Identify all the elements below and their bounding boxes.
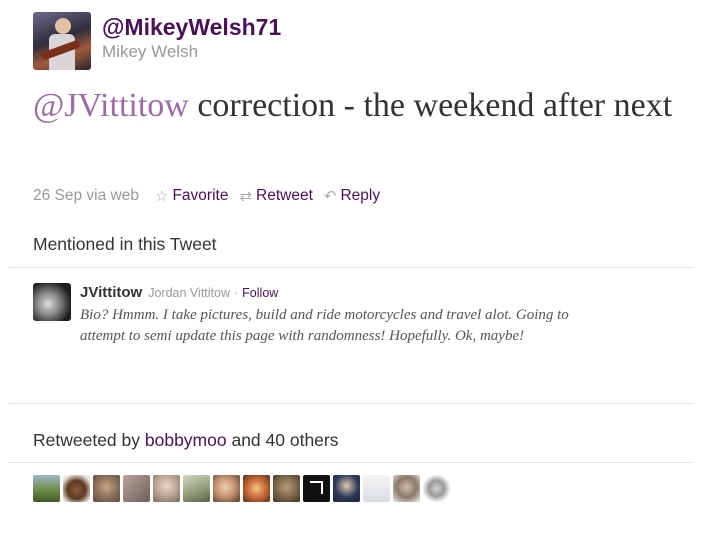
retweeter-avatar[interactable] (423, 475, 450, 502)
mentioned-user-bio: Bio? Hmmm. I take pictures, build and ri… (80, 307, 569, 344)
tweet-mention-link[interactable]: @JVittitow (33, 87, 189, 124)
reply-label: Reply (340, 187, 381, 204)
retweeter-link[interactable]: bobbymoo (145, 430, 227, 450)
star-icon: ☆ (155, 188, 169, 205)
retweeted-suffix: and 40 others (226, 430, 339, 450)
follow-link[interactable]: Follow (242, 286, 278, 300)
reply-button[interactable]: ↶ Reply (324, 187, 380, 205)
retweeter-avatar[interactable] (123, 475, 150, 502)
retweeter-avatar[interactable] (303, 475, 330, 502)
retweeter-avatar[interactable] (243, 475, 270, 502)
retweeter-avatar[interactable] (273, 475, 300, 502)
author-avatar[interactable] (33, 12, 91, 70)
mentioned-user-screen-name[interactable]: JVittitow (80, 284, 142, 301)
author-full-name: Mikey Welsh (102, 42, 199, 61)
divider (9, 462, 693, 463)
retweeted-by-text: Retweeted by bobbymoo and 40 others (33, 430, 339, 451)
retweeter-avatar[interactable] (363, 475, 390, 502)
retweeter-avatar[interactable] (63, 475, 90, 502)
tweet-text: @JVittitow correction - the weekend afte… (33, 84, 683, 128)
reply-arrow-icon: ↶ (323, 188, 337, 205)
mentioned-user-line: JVittitow Jordan Vittitow · Follow (80, 284, 278, 301)
retweet-label: Retweet (256, 187, 313, 204)
retweeter-avatar[interactable] (393, 475, 420, 502)
mentioned-section-title: Mentioned in this Tweet (33, 234, 217, 254)
retweeter-avatar[interactable] (33, 475, 60, 502)
mentioned-user-avatar[interactable] (33, 283, 71, 321)
retweeted-prefix: Retweeted by (33, 430, 145, 450)
favorite-button[interactable]: ☆ Favorite (155, 187, 228, 205)
retweeter-avatar[interactable] (183, 475, 210, 502)
divider (9, 403, 693, 404)
retweeter-avatar[interactable] (93, 475, 120, 502)
retweeter-avatar[interactable] (213, 475, 240, 502)
retweeter-avatar[interactable] (333, 475, 360, 502)
tweet-timestamp[interactable]: 26 Sep via web (33, 187, 139, 205)
tweet-header: @MikeyWelsh71 Mikey Welsh (33, 12, 673, 70)
author-screen-name[interactable]: @MikeyWelsh71 (102, 14, 281, 41)
retweet-button[interactable]: ⇄ Retweet (239, 187, 312, 205)
separator-dot: · (234, 286, 239, 300)
retweeter-avatar[interactable] (153, 475, 180, 502)
favorite-label: Favorite (172, 187, 229, 204)
tweet-body-text: correction - the weekend after next (188, 87, 673, 124)
divider (9, 267, 693, 268)
retweet-icon: ⇄ (239, 188, 253, 205)
retweeter-avatars (33, 475, 453, 502)
tweet-meta: 26 Sep via web ☆ Favorite ⇄ Retweet ↶ Re… (33, 187, 391, 205)
mentioned-user-full-name: Jordan Vittitow (148, 286, 230, 300)
